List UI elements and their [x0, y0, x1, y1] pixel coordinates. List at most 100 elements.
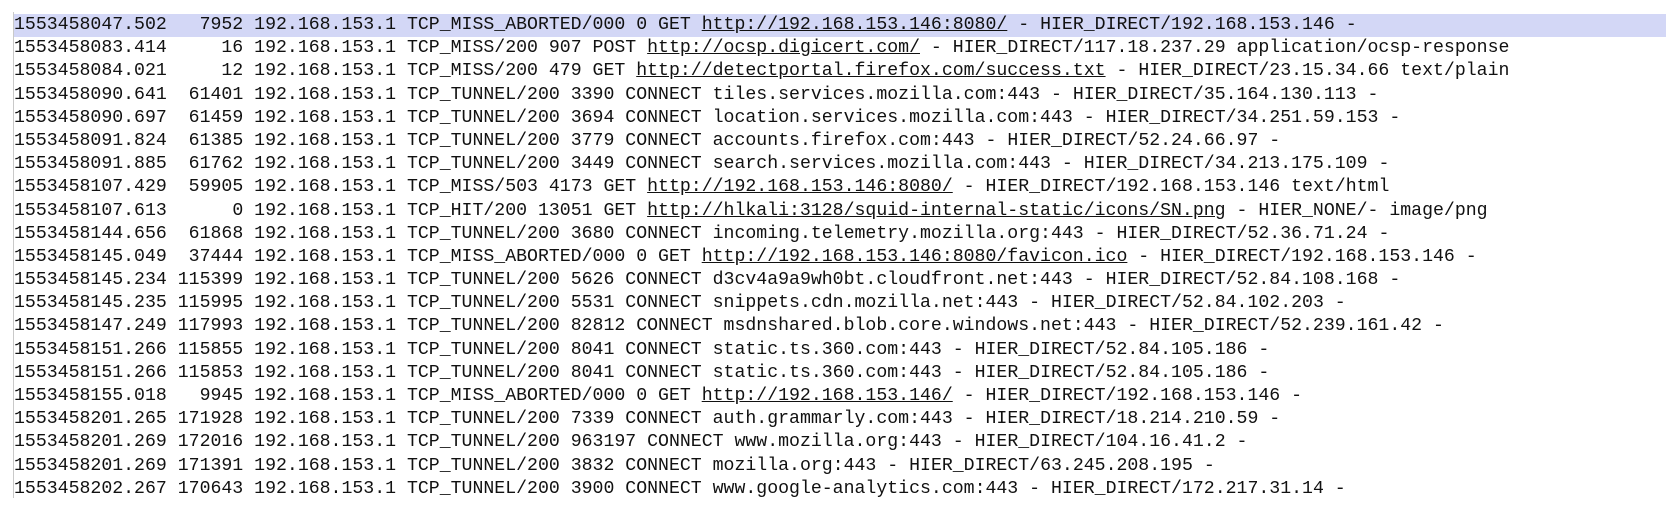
log-line[interactable]: 1553458107.613 0 192.168.153.1 TCP_HIT/2…: [14, 200, 1666, 223]
log-line[interactable]: 1553458201.269 172016 192.168.153.1 TCP_…: [14, 431, 1666, 454]
log-line[interactable]: 1553458151.266 115853 192.168.153.1 TCP_…: [14, 362, 1666, 385]
log-method: GET: [603, 177, 637, 198]
log-timestamp: 1553458107.429: [14, 177, 167, 198]
log-client-ip: 192.168.153.1: [254, 223, 397, 244]
log-elapsed: 115399: [177, 270, 244, 291]
log-host: msdnshared.blob.core.windows.net:443: [723, 316, 1117, 337]
log-elapsed: 171928: [177, 409, 244, 430]
log-client-ip: 192.168.153.1: [254, 38, 397, 59]
log-line[interactable]: 1553458201.269 171391 192.168.153.1 TCP_…: [14, 455, 1666, 478]
log-elapsed: 0: [232, 200, 244, 221]
log-status: TCP_TUNNEL/200: [406, 154, 560, 175]
log-line[interactable]: 1553458145.234 115399 192.168.153.1 TCP_…: [14, 269, 1666, 292]
log-line[interactable]: 1553458091.885 61762 192.168.153.1 TCP_T…: [14, 153, 1666, 176]
log-method: GET: [592, 61, 626, 82]
log-user: -: [1138, 246, 1150, 267]
log-timestamp: 1553458151.266: [14, 339, 167, 360]
log-url-link[interactable]: http://192.168.153.146/: [702, 386, 953, 406]
log-content-type: -: [1378, 223, 1390, 244]
log-line[interactable]: 1553458155.018 9945 192.168.153.1 TCP_MI…: [14, 385, 1666, 408]
log-elapsed: 59905: [188, 177, 244, 198]
log-client-ip: 192.168.153.1: [254, 154, 397, 175]
log-elapsed: 61385: [188, 130, 244, 151]
log-timestamp: 1553458090.697: [14, 107, 167, 128]
log-content-type: -: [1465, 246, 1477, 267]
log-hierarchy: HIER_DIRECT/52.84.108.168: [1105, 270, 1379, 291]
log-bytes: 0: [636, 15, 648, 35]
log-method: GET: [658, 246, 691, 267]
log-host: accounts.firefox.com:443: [712, 130, 975, 151]
log-host: www.google-analytics.com:443: [712, 478, 1019, 499]
log-line[interactable]: 1553458145.235 115995 192.168.153.1 TCP_…: [14, 292, 1666, 315]
log-line[interactable]: 1553458147.249 117993 192.168.153.1 TCP_…: [14, 315, 1666, 338]
log-url-link[interactable]: http://ocsp.digicert.com/: [647, 38, 920, 58]
log-status: TCP_MISS_ABORTED/000: [406, 15, 626, 35]
log-timestamp: 1553458202.267: [14, 478, 167, 499]
log-method: CONNECT: [625, 362, 702, 383]
log-url-link[interactable]: http://hlkali:3128/squid-internal-static…: [647, 201, 1225, 221]
log-status: TCP_TUNNEL/200: [406, 478, 560, 499]
log-host: location.services.mozilla.com:443: [712, 107, 1073, 128]
log-content-type: image/png: [1389, 200, 1488, 221]
log-line[interactable]: 1553458047.502 7952 192.168.153.1 TCP_MI…: [14, 14, 1666, 38]
log-url-link[interactable]: http://192.168.153.146:8080/favicon.ico: [702, 247, 1128, 267]
log-method: CONNECT: [625, 107, 702, 128]
log-host: search.services.mozilla.com:443: [712, 154, 1051, 175]
log-hierarchy: HIER_DIRECT/35.164.130.113: [1072, 84, 1357, 105]
log-line[interactable]: 1553458151.266 115855 192.168.153.1 TCP_…: [14, 339, 1666, 362]
log-url-link[interactable]: http://192.168.153.146:8080/: [702, 15, 1008, 35]
log-status: TCP_TUNNEL/200: [406, 316, 560, 337]
log-hierarchy: HIER_DIRECT/192.168.153.146: [1040, 15, 1335, 35]
log-line[interactable]: 1553458091.824 61385 192.168.153.1 TCP_T…: [14, 130, 1666, 153]
log-content-type: -: [1203, 455, 1215, 476]
log-bytes: 13051: [537, 200, 593, 221]
log-status: TCP_MISS/200: [406, 61, 538, 82]
log-line[interactable]: 1553458090.641 61401 192.168.153.1 TCP_T…: [14, 84, 1666, 107]
log-host: auth.grammarly.com:443: [712, 409, 953, 430]
log-host: d3cv4a9a9wh0bt.cloudfront.net:443: [712, 270, 1073, 291]
log-viewer[interactable]: . . . 1553458047.502 7952 192.168.153.1 …: [0, 0, 1671, 512]
log-user: -: [963, 409, 975, 430]
log-content-type: -: [1258, 362, 1270, 383]
log-timestamp: 1553458145.235: [14, 293, 167, 314]
log-bytes: 4173: [548, 177, 593, 198]
log-status: TCP_MISS_ABORTED/000: [406, 386, 626, 406]
log-method: CONNECT: [625, 130, 702, 151]
log-host: www.mozilla.org:443: [734, 432, 942, 453]
log-user: -: [963, 386, 975, 406]
log-lines[interactable]: 1553458047.502 7952 192.168.153.1 TCP_MI…: [14, 14, 1666, 501]
log-elapsed: 7952: [199, 15, 244, 35]
log-line[interactable]: 1553458144.656 61868 192.168.153.1 TCP_T…: [14, 223, 1666, 246]
log-line[interactable]: 1553458201.265 171928 192.168.153.1 TCP_…: [14, 408, 1666, 431]
log-elapsed: 115853: [177, 362, 244, 383]
log-timestamp: 1553458144.656: [14, 223, 167, 244]
log-client-ip: 192.168.153.1: [254, 177, 397, 198]
log-bytes: 3832: [570, 455, 615, 476]
log-url-link[interactable]: http://detectportal.firefox.com/success.…: [636, 61, 1105, 81]
log-bytes: 3680: [570, 223, 615, 244]
log-url-link[interactable]: http://192.168.153.146:8080/: [647, 177, 953, 197]
log-content-type: -: [1334, 478, 1346, 499]
log-line[interactable]: 1553458202.267 170643 192.168.153.1 TCP_…: [14, 478, 1666, 501]
log-client-ip: 192.168.153.1: [254, 339, 397, 360]
log-line[interactable]: 1553458084.021 12 192.168.153.1 TCP_MISS…: [14, 60, 1666, 83]
log-method: CONNECT: [625, 409, 702, 430]
log-user: -: [952, 362, 964, 383]
log-user: -: [1029, 478, 1041, 499]
log-timestamp: 1553458091.885: [14, 154, 167, 175]
log-elapsed: 12: [221, 61, 244, 82]
log-user: -: [963, 177, 975, 198]
log-bytes: 3779: [570, 130, 615, 151]
log-status: TCP_TUNNEL/200: [406, 270, 560, 291]
log-host: snippets.cdn.mozilla.net:443: [712, 293, 1019, 314]
log-line[interactable]: 1553458107.429 59905 192.168.153.1 TCP_M…: [14, 176, 1666, 199]
log-line[interactable]: 1553458090.697 61459 192.168.153.1 TCP_T…: [14, 107, 1666, 130]
log-host: incoming.telemetry.mozilla.org:443: [712, 223, 1084, 244]
log-status: TCP_MISS/503: [406, 177, 538, 198]
log-hierarchy: HIER_DIRECT/52.84.105.186: [974, 339, 1248, 360]
log-status: TCP_MISS/200: [406, 38, 538, 59]
log-line[interactable]: 1553458083.414 16 192.168.153.1 TCP_MISS…: [14, 37, 1666, 60]
log-line[interactable]: 1553458145.049 37444 192.168.153.1 TCP_M…: [14, 246, 1666, 269]
log-hierarchy: HIER_DIRECT/104.16.41.2: [974, 432, 1226, 453]
log-hierarchy: HIER_DIRECT/52.36.71.24: [1116, 223, 1368, 244]
